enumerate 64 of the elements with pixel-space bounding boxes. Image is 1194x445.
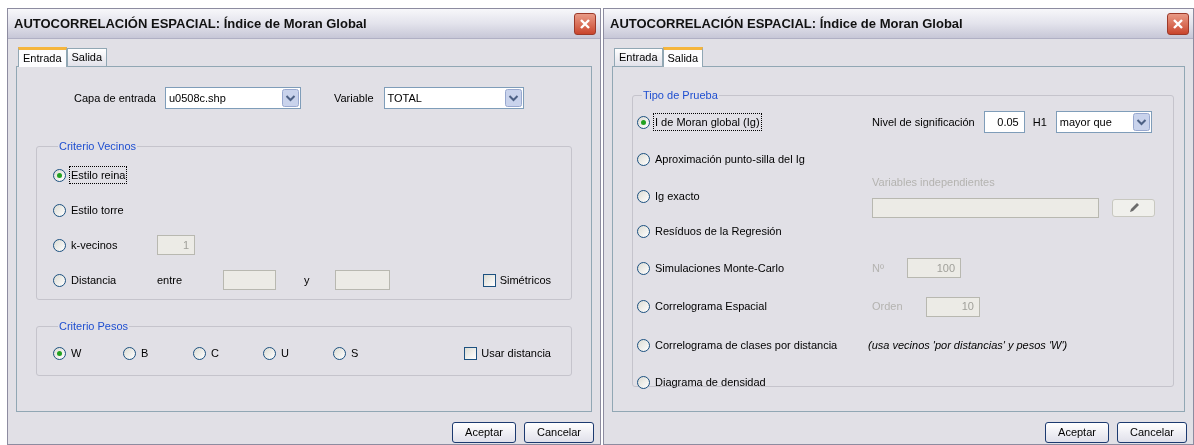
radio-button[interactable] [637, 115, 650, 129]
checkbox-label: Simétricos [499, 272, 551, 288]
radio-button[interactable] [637, 339, 650, 352]
dropdown[interactable]: mayor que [1055, 111, 1152, 133]
dropdown[interactable]: u0508c.shp [164, 87, 301, 109]
window-title: AUTOCORRELACIÓN ESPACIAL: Índice de Moran Global [14, 14, 367, 33]
pencil-icon [1127, 202, 1140, 215]
radio-button[interactable] [637, 153, 650, 166]
dialog-button[interactable]: Cancelar [523, 422, 594, 443]
radio-button[interactable] [333, 347, 346, 360]
group-title: Tipo de Prueba [642, 88, 719, 103]
edit-button[interactable] [1112, 199, 1155, 218]
radio-button[interactable] [263, 347, 276, 360]
field-label: Variable [333, 90, 374, 106]
close-icon [1172, 17, 1184, 30]
radio-label: Estilo reina [70, 166, 127, 184]
radio-label: Resíduos de la Regresión [654, 224, 783, 240]
radio-label: Simulaciones Monte-Carlo [654, 260, 785, 276]
radio-label: Aproximación punto-silla del Ig [654, 152, 806, 168]
radio-label: C [210, 346, 220, 362]
dialog-button[interactable]: Aceptar [452, 422, 516, 443]
checkbox[interactable] [464, 347, 478, 360]
radio-label: Correlograma Espacial [654, 299, 768, 315]
close-button[interactable] [1167, 12, 1189, 35]
radio-label: I de Moran global (Ig) [654, 113, 761, 131]
window-title: AUTOCORRELACIÓN ESPACIAL: Índice de Moran Global [610, 14, 963, 33]
text-field[interactable] [872, 198, 1099, 219]
group-title: Criterio Vecinos [58, 139, 138, 154]
tab[interactable]: Salida [66, 48, 108, 66]
checkbox-label: Usar distancia [481, 346, 551, 362]
group-title: Criterio Pesos [58, 319, 130, 334]
radio-button[interactable] [53, 347, 66, 360]
dialog-button[interactable]: Aceptar [1045, 422, 1109, 443]
radio-button[interactable] [637, 225, 650, 238]
tab[interactable]: Entrada [614, 48, 663, 66]
dialog-button[interactable]: Cancelar [1116, 422, 1187, 443]
radio-button[interactable] [53, 203, 66, 217]
radio-button[interactable] [53, 168, 66, 182]
close-icon [579, 17, 591, 30]
radio-label: Ig exacto [654, 188, 701, 204]
field-label: y [304, 272, 311, 288]
text-field[interactable]: 0.05 [983, 111, 1025, 133]
radio-label: Diagrama de densidad [654, 375, 767, 391]
note-text: (usa vecinos 'por distancias' y pesos 'W') [868, 338, 1068, 354]
tab[interactable]: Entrada [18, 47, 67, 67]
field-label: Nivel de significación [872, 114, 975, 130]
radio-label: S [350, 346, 360, 362]
field-label: H1 [1032, 114, 1047, 130]
close-button[interactable] [574, 12, 596, 35]
field-label: entre [157, 272, 184, 288]
radio-label: B [140, 346, 150, 362]
radio-button[interactable] [193, 347, 206, 360]
field-label: Capa de entrada [74, 90, 156, 106]
dropdown[interactable]: TOTAL [383, 87, 524, 109]
tab[interactable]: Salida [662, 47, 704, 67]
radio-label: k-vecinos [70, 237, 119, 253]
radio-label: W [70, 346, 83, 362]
radio-button[interactable] [637, 376, 650, 389]
radio-button[interactable] [123, 347, 136, 360]
radio-label: Distancia [70, 272, 118, 288]
radio-label: U [280, 346, 290, 362]
text-field[interactable] [335, 270, 390, 290]
radio-label: Correlograma de clases por distancia [654, 338, 839, 354]
radio-label: Estilo torre [70, 202, 125, 218]
